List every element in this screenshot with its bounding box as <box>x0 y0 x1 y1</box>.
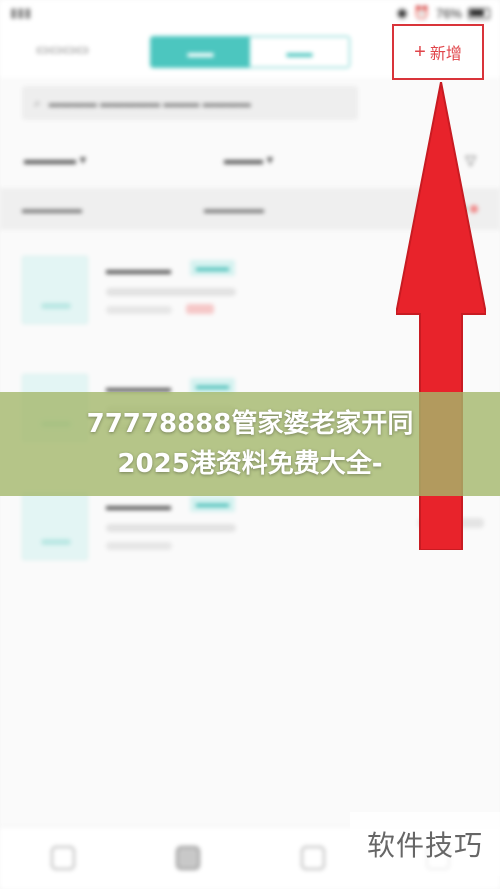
search-input[interactable]: ⌕ ▬▬▬▬ ▬▬▬▬▬ ▬▬▬ ▬▬▬▬ <box>22 86 358 120</box>
list-header-col-2: ▬▬▬▬▬ <box>204 202 264 216</box>
tab-list[interactable] <box>175 846 200 870</box>
add-button-label: 新增 <box>429 46 462 63</box>
item-red-tag <box>186 304 214 314</box>
segment-tab-active[interactable]: ▬▬ <box>151 37 250 67</box>
filter-dropdown-2[interactable]: ▬▬▬ ▾ <box>224 152 414 168</box>
watermark-text: 软件技巧 <box>350 812 500 876</box>
item-status-badge: ▬▬▬ <box>190 260 235 276</box>
filter-dropdown-1[interactable]: ▬▬▬▬ ▾ <box>24 152 224 168</box>
list-header-col-1: ▬▬▬▬▬ <box>22 202 82 216</box>
search-placeholder-blur: ▬▬▬▬ ▬▬▬▬▬ ▬▬▬ ▬▬▬▬ <box>48 96 251 110</box>
location-icon: ◉ <box>396 5 408 20</box>
status-bar: ▮▮▮ ◉ ⏰ 76% <box>0 0 500 26</box>
headline-line-2: 2025港资料免费大全- <box>117 449 383 479</box>
item-name-blur: ▬▬▬▬▬ <box>106 262 171 277</box>
status-icons: ◉ ⏰ 76% <box>396 5 490 21</box>
item-thumbnail <box>22 256 88 324</box>
item-detail-line <box>106 288 236 296</box>
segment-tab-inactive[interactable]: ▬▬ <box>250 37 349 67</box>
segmented-control: ▬▬ ▬▬ <box>150 36 350 68</box>
item-status-badge: ▬▬▬ <box>190 496 235 512</box>
stats-icon <box>300 846 325 870</box>
carrier-info: ▮▮▮ <box>10 5 37 21</box>
headline-banner: 77778888管家婆老家开同 2025港资料免费大全- <box>0 392 500 496</box>
home-icon <box>50 846 75 870</box>
item-thumbnail <box>22 492 88 560</box>
list-icon <box>175 846 200 870</box>
plus-icon: + <box>414 41 426 63</box>
item-detail-line <box>106 542 172 550</box>
battery-icon <box>468 7 490 19</box>
nav-back-area[interactable]: ▭▭▭▭ <box>36 41 89 58</box>
add-new-button[interactable]: + 新增 <box>392 24 484 80</box>
tab-home[interactable] <box>50 846 75 870</box>
search-icon: ⌕ <box>34 95 41 110</box>
signal-icon: ▮▮▮ <box>10 5 32 20</box>
battery-percent: 76% <box>435 5 462 21</box>
tab-stats[interactable] <box>300 846 325 870</box>
headline-line-1: 77778888管家婆老家开同 <box>86 409 414 439</box>
item-name-blur: ▬▬▬▬▬ <box>106 498 171 513</box>
item-detail-line <box>106 524 236 532</box>
item-detail-line <box>106 306 172 314</box>
alarm-icon: ⏰ <box>413 5 430 20</box>
